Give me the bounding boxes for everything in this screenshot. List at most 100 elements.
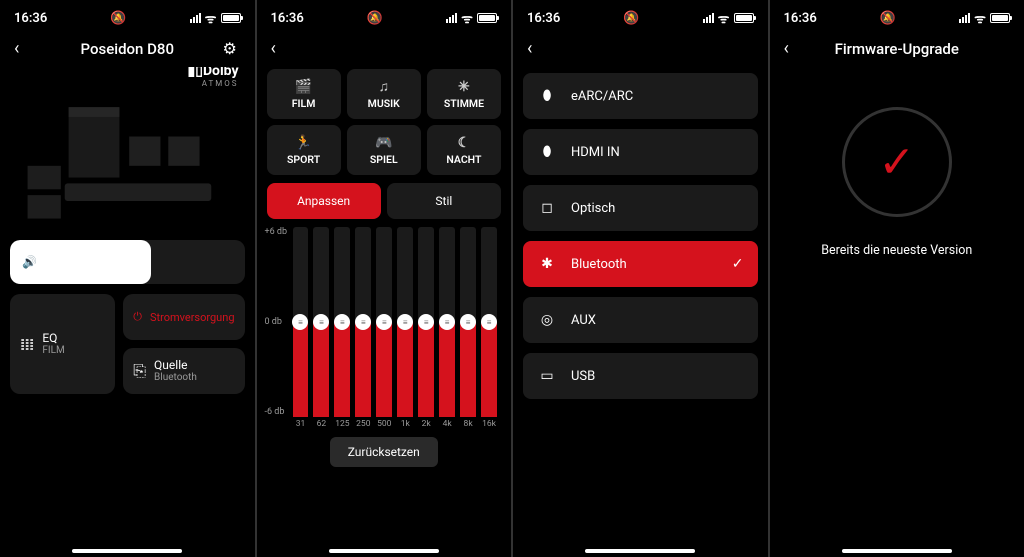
wifi-icon: ᯤ <box>718 9 730 27</box>
eq-min-label: -6 db <box>265 407 285 417</box>
signal-icon <box>703 13 714 23</box>
eq-band-31[interactable]: ≡ <box>293 227 309 417</box>
eq-thumb[interactable]: ≡ <box>481 314 497 330</box>
mode-icon: 🏃 <box>295 135 312 151</box>
battery-icon <box>734 13 754 23</box>
sound-mode-musik[interactable]: ♫ MUSIK <box>347 69 421 119</box>
power-icon: ⏻ <box>133 310 142 324</box>
status-silent-icon: 🔕 <box>623 11 639 26</box>
status-time: 16:36 <box>14 11 47 26</box>
eq-band-62[interactable]: ≡ <box>313 227 329 417</box>
check-icon: ✓ <box>878 136 915 188</box>
eq-fill <box>439 322 455 417</box>
mode-label: MUSIK <box>368 97 400 110</box>
dolby-sub: ATMOS <box>202 79 239 88</box>
back-button[interactable]: ‹ <box>14 38 32 59</box>
product-image <box>10 88 245 228</box>
source-label: Bluetooth <box>571 257 627 272</box>
eq-sub: FILM <box>42 345 64 357</box>
home-indicator[interactable] <box>842 549 952 553</box>
tab-custom[interactable]: Anpassen <box>267 183 381 219</box>
mode-icon: ✳ <box>458 79 470 95</box>
source-hdmiin[interactable]: ⬮HDMI IN <box>523 129 758 175</box>
eq-thumb[interactable]: ≡ <box>355 314 371 330</box>
eq-fill <box>397 322 413 417</box>
eq-thumb[interactable]: ≡ <box>460 314 476 330</box>
eq-band-1k[interactable]: ≡ <box>397 227 413 417</box>
eq-freq-label: 125 <box>334 419 350 429</box>
source-label: eARC/ARC <box>571 89 633 104</box>
eq-thumb[interactable]: ≡ <box>292 314 308 330</box>
settings-button[interactable]: ⚙ <box>222 39 240 58</box>
input-icon: ⎘ <box>133 361 146 381</box>
back-button[interactable]: ‹ <box>527 38 545 59</box>
power-tile[interactable]: ⏻ Stromversorgung <box>123 294 244 340</box>
source-icon: ◻ <box>537 200 557 216</box>
eq-thumb[interactable]: ≡ <box>376 314 392 330</box>
dolby-logo: ▮▯Dolby ATMOS <box>10 67 245 88</box>
power-label: Stromversorgung <box>150 311 235 324</box>
status-silent-icon: 🔕 <box>880 11 896 26</box>
back-button[interactable]: ‹ <box>271 38 289 59</box>
status-bar: 16:36 🔕 ᯤ <box>513 0 768 30</box>
mode-label: FILM <box>292 97 316 110</box>
sound-mode-film[interactable]: 🎬FILM <box>267 69 341 119</box>
sound-mode-spiel[interactable]: 🎮SPIEL <box>347 125 421 175</box>
volume-slider[interactable]: 🔊 <box>10 240 245 284</box>
back-button[interactable]: ‹ <box>784 38 802 59</box>
source-icon: ◎ <box>537 312 557 328</box>
eq-tile[interactable]: 𝍖 EQ FILM <box>10 294 115 394</box>
eq-freq-label: 8k <box>460 419 476 429</box>
source-icon: ✱ <box>537 256 557 272</box>
header: ‹ <box>513 30 768 67</box>
eq-band-8k[interactable]: ≡ <box>460 227 476 417</box>
source-sub: Bluetooth <box>154 372 197 384</box>
source-optisch[interactable]: ◻ Optisch <box>523 185 758 231</box>
screen-firmware: 16:36 🔕 ᯤ ‹ Firmware-Upgrade ✓ Bereits d… <box>770 0 1024 557</box>
mode-icon: 🎮 <box>375 135 392 151</box>
eq-thumb[interactable]: ≡ <box>334 314 350 330</box>
mode-label: SPORT <box>287 153 320 166</box>
source-earcarc[interactable]: ⬮ eARC/ARC <box>523 73 758 119</box>
home-indicator[interactable] <box>329 549 439 553</box>
source-aux[interactable]: ◎ AUX <box>523 297 758 343</box>
eq-max-label: +6 db <box>265 227 288 237</box>
source-label: AUX <box>571 313 596 328</box>
volume-fill: 🔊 <box>10 240 151 284</box>
wifi-icon: ᯤ <box>461 9 473 27</box>
home-indicator[interactable] <box>585 549 695 553</box>
signal-icon <box>190 13 201 23</box>
source-bluetooth[interactable]: ✱Bluetooth✓ <box>523 241 758 287</box>
eq-band-16k[interactable]: ≡ <box>481 227 497 417</box>
sound-mode-sport[interactable]: 🏃 SPORT <box>267 125 341 175</box>
eq-fill <box>376 322 392 417</box>
status-silent-icon: 🔕 <box>110 11 126 26</box>
source-label: Optisch <box>571 201 615 216</box>
eq-thumb[interactable]: ≡ <box>397 314 413 330</box>
source-list: ⬮eARC/ARC⬮HDMI IN◻Optisch✱Bluetooth✓◎AUX… <box>523 73 758 399</box>
status-time: 16:36 <box>527 11 560 26</box>
source-icon: ⬮ <box>537 144 557 160</box>
header: ‹ Firmware-Upgrade <box>770 30 1024 67</box>
status-icons: ᯤ <box>190 9 241 27</box>
eq-thumb[interactable]: ≡ <box>439 314 455 330</box>
eq-band-125[interactable]: ≡ <box>334 227 350 417</box>
eq-band-500[interactable]: ≡ <box>376 227 392 417</box>
eq-thumb[interactable]: ≡ <box>313 314 329 330</box>
status-icons: ᯤ <box>446 9 497 27</box>
mode-icon: ☾ <box>458 135 471 151</box>
mode-icon: ♫ <box>378 78 389 95</box>
eq-band-4k[interactable]: ≡ <box>439 227 455 417</box>
source-tile[interactable]: ⎘ Quelle Bluetooth <box>123 348 244 394</box>
source-usb[interactable]: ▭USB <box>523 353 758 399</box>
sound-mode-stimme[interactable]: ✳STIMME <box>427 69 501 119</box>
sound-mode-nacht[interactable]: ☾NACHT <box>427 125 501 175</box>
eq-thumb[interactable]: ≡ <box>418 314 434 330</box>
screen-home: 16:36 🔕 ᯤ ‹ Poseidon D80 ⚙ ▮▯Dolby ATMOS <box>0 0 255 557</box>
tab-style[interactable]: Stil <box>387 183 501 219</box>
eq-band-2k[interactable]: ≡ <box>418 227 434 417</box>
home-indicator[interactable] <box>72 549 182 553</box>
reset-button[interactable]: Zurücksetzen <box>330 437 438 467</box>
source-icon: ⬮ <box>537 88 557 104</box>
eq-band-250[interactable]: ≡ <box>355 227 371 417</box>
